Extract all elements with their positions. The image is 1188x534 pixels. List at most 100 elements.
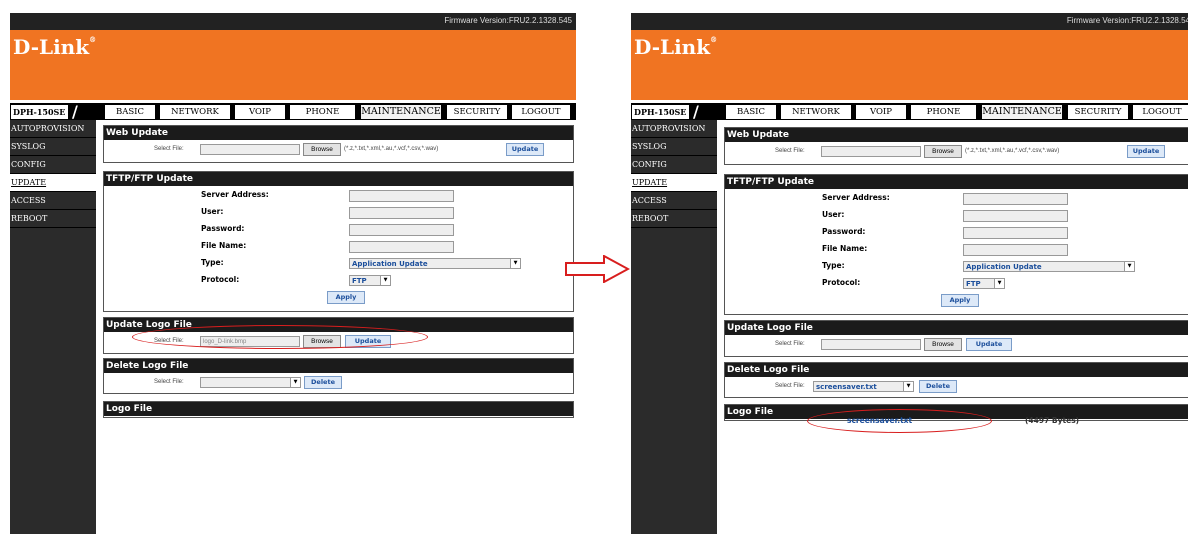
top-nav: DPH-150SE / BASIC NETWORK VOIP PHONE MAI…	[10, 102, 576, 121]
sidebar-item-reboot[interactable]: REBOOT	[631, 210, 717, 228]
nav-voip[interactable]: VOIP	[235, 105, 285, 119]
password-field[interactable]	[349, 224, 454, 236]
protocol-label: Protocol:	[822, 278, 861, 287]
update-logo-section: Update Logo File Select File: Browse Upd…	[724, 320, 1188, 357]
nav-network[interactable]: NETWORK	[160, 105, 230, 119]
logo-text: D-Link	[634, 35, 711, 59]
section-title: Update Logo File	[725, 321, 1188, 335]
browse-button[interactable]: Browse	[924, 145, 962, 158]
sidebar-item-update[interactable]: UPDATE	[10, 174, 96, 192]
logo-file-section: Logo File	[103, 401, 574, 418]
nav-network[interactable]: NETWORK	[781, 105, 851, 119]
server-address-field[interactable]	[349, 190, 454, 202]
delete-button[interactable]: Delete	[304, 376, 342, 389]
browse-button[interactable]: Browse	[303, 143, 341, 156]
delete-logo-section: Delete Logo File Select File: screensave…	[724, 362, 1188, 398]
user-label: User:	[822, 210, 845, 219]
firmware-bar: Firmware Version:FRU2.2.1328.54	[631, 13, 1188, 30]
sidebar-item-syslog[interactable]: SYSLOG	[631, 138, 717, 156]
select-file-label: Select File:	[775, 341, 805, 347]
select-file-label: Select File:	[154, 146, 184, 152]
sidebar-item-config[interactable]: CONFIG	[10, 156, 96, 174]
sidebar-item-access[interactable]: ACCESS	[631, 192, 717, 210]
password-label: Password:	[201, 224, 245, 233]
type-select-value: Application Update	[966, 263, 1042, 271]
file-name-field[interactable]	[963, 244, 1068, 256]
section-title: TFTP/FTP Update	[725, 175, 1188, 189]
apply-button[interactable]: Apply	[941, 294, 979, 307]
dlink-logo: D-Link®	[634, 35, 717, 59]
user-field[interactable]	[349, 207, 454, 219]
type-select-value: Application Update	[352, 260, 428, 268]
tftp-update-section: TFTP/FTP Update Server Address: User: Pa…	[103, 171, 574, 312]
allowed-extensions: (*.z,*.txt,*.xml,*.au,*.vcf,*.csv,*.wav)	[965, 148, 1060, 154]
screenshot-after: Firmware Version:FRU2.2.1328.54 D-Link® …	[631, 13, 1188, 534]
nav-logout[interactable]: LOGOUT	[1133, 105, 1188, 119]
sidebar-item-autoprovision[interactable]: AUTOPROVISION	[10, 120, 96, 138]
protocol-label: Protocol:	[201, 275, 240, 284]
main-content: Web Update Select File: Browse (*.z,*.tx…	[96, 120, 576, 534]
sidebar-item-update[interactable]: UPDATE	[631, 174, 717, 192]
user-label: User:	[201, 207, 224, 216]
model-divider: /	[72, 102, 78, 121]
delete-file-select[interactable]: screensaver.txt ▼	[813, 381, 914, 392]
nav-basic[interactable]: BASIC	[726, 105, 776, 119]
model-label: DPH-150SE	[11, 105, 68, 119]
select-file-label: Select File:	[775, 383, 805, 389]
tftp-update-section: TFTP/FTP Update Server Address: User: Pa…	[724, 174, 1188, 315]
nav-phone[interactable]: PHONE	[290, 105, 355, 119]
nav-basic[interactable]: BASIC	[105, 105, 155, 119]
protocol-select[interactable]: FTP ▼	[963, 278, 1005, 289]
sidebar-item-reboot[interactable]: REBOOT	[10, 210, 96, 228]
web-update-section: Web Update Select File: Browse (*.z,*.tx…	[724, 127, 1188, 165]
right-arrow-icon	[565, 255, 630, 283]
delete-button[interactable]: Delete	[919, 380, 957, 393]
dlink-logo: D-Link®	[13, 35, 96, 59]
type-select[interactable]: Application Update ▼	[963, 261, 1135, 272]
highlight-ellipse	[132, 325, 428, 349]
password-label: Password:	[822, 227, 866, 236]
nav-security[interactable]: SECURITY	[447, 105, 507, 119]
delete-file-select[interactable]: ▼	[200, 377, 301, 388]
server-address-field[interactable]	[963, 193, 1068, 205]
chevron-down-icon: ▼	[290, 378, 300, 387]
chevron-down-icon: ▼	[1124, 262, 1134, 271]
select-file-label: Select File:	[154, 379, 184, 385]
browse-button[interactable]: Browse	[924, 338, 962, 351]
sidebar-item-access[interactable]: ACCESS	[10, 192, 96, 210]
server-address-label: Server Address:	[201, 190, 269, 199]
logo-mark: ®	[89, 35, 97, 44]
section-title: Logo File	[104, 402, 573, 416]
nav-logout[interactable]: LOGOUT	[512, 105, 570, 119]
nav-maintenance[interactable]: MAINTENANCE	[360, 104, 442, 120]
nav-maintenance[interactable]: MAINTENANCE	[981, 104, 1063, 120]
sidebar-item-config[interactable]: CONFIG	[631, 156, 717, 174]
top-nav: DPH-150SE / BASIC NETWORK VOIP PHONE MAI…	[631, 102, 1188, 121]
file-name-field[interactable]	[349, 241, 454, 253]
type-select[interactable]: Application Update ▼	[349, 258, 521, 269]
sidebar-item-syslog[interactable]: SYSLOG	[10, 138, 96, 156]
user-field[interactable]	[963, 210, 1068, 222]
chevron-down-icon: ▼	[380, 276, 390, 285]
screenshot-before: Firmware Version:FRU2.2.1328.545 D-Link®…	[10, 13, 576, 534]
section-title: Web Update	[725, 128, 1188, 142]
nav-voip[interactable]: VOIP	[856, 105, 906, 119]
server-address-label: Server Address:	[822, 193, 890, 202]
password-field[interactable]	[963, 227, 1068, 239]
logo-file-field[interactable]	[821, 339, 921, 350]
file-name-label: File Name:	[201, 241, 247, 250]
sidebar-item-autoprovision[interactable]: AUTOPROVISION	[631, 120, 717, 138]
nav-security[interactable]: SECURITY	[1068, 105, 1128, 119]
update-button[interactable]: Update	[966, 338, 1012, 351]
protocol-select[interactable]: FTP ▼	[349, 275, 391, 286]
update-button[interactable]: Update	[1127, 145, 1165, 158]
protocol-select-value: FTP	[352, 277, 367, 285]
update-button[interactable]: Update	[506, 143, 544, 156]
logo-text: D-Link	[13, 35, 90, 59]
sidebar: AUTOPROVISION SYSLOG CONFIG UPDATE ACCES…	[10, 120, 96, 534]
highlight-ellipse	[807, 409, 992, 433]
web-update-file-field[interactable]	[821, 146, 921, 157]
nav-phone[interactable]: PHONE	[911, 105, 976, 119]
web-update-file-field[interactable]	[200, 144, 300, 155]
apply-button[interactable]: Apply	[327, 291, 365, 304]
